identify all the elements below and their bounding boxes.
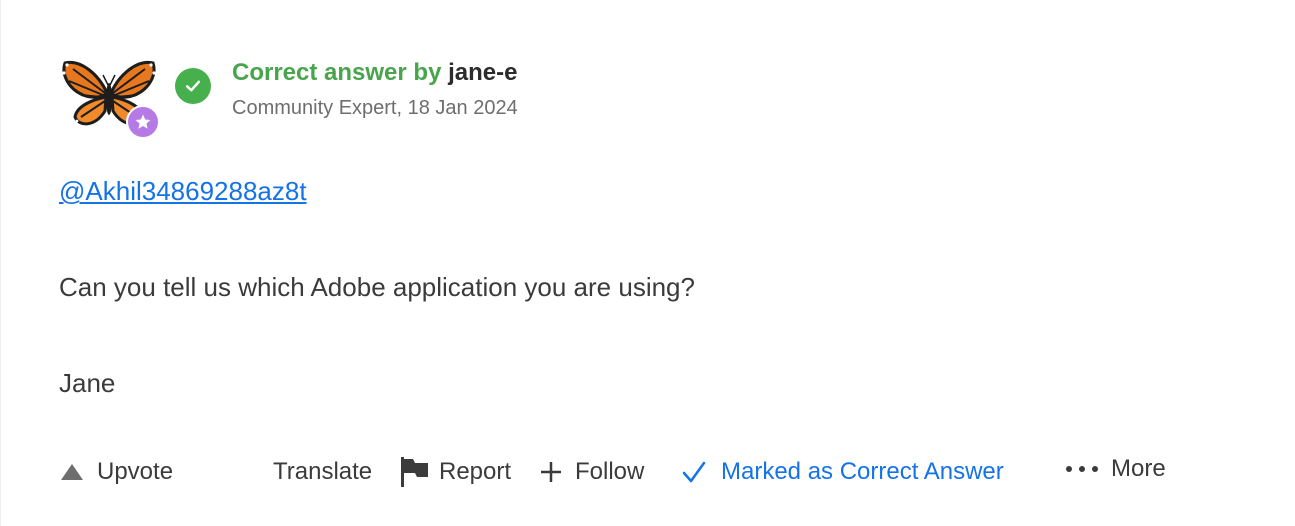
plus-icon [539,460,563,484]
star-badge-icon [126,105,160,139]
marked-correct-button[interactable]: Marked as Correct Answer [681,448,1004,496]
ellipsis-icon [1065,464,1099,474]
upvote-button[interactable]: Upvote [59,448,173,496]
follow-label: Follow [575,458,645,485]
flag-icon [399,455,431,489]
translate-label: Translate [273,458,373,485]
report-button[interactable]: Report [399,448,511,496]
check-circle-icon [175,68,211,104]
follow-button[interactable]: Follow [539,448,644,496]
marked-correct-label: Marked as Correct Answer [721,458,1004,485]
author-meta: Community Expert, 18 Jan 2024 [232,97,518,119]
triangle-up-icon [59,462,85,482]
correct-answer-label: Correct answer by [232,59,442,86]
more-label: More [1111,455,1166,482]
report-label: Report [439,458,512,485]
translate-button[interactable]: Translate [273,448,372,496]
upvote-label: Upvote [97,458,174,485]
answer-card: Correct answer by jane-e Community Exper… [0,0,1295,526]
butterfly-avatar[interactable] [59,55,160,139]
action-bar: Upvote Translate Report Follow Marked as… [1,448,1295,496]
author-name[interactable]: jane-e [448,59,517,86]
more-button[interactable]: More [1065,445,1166,493]
answer-title: Correct answer by jane-e [232,59,517,87]
answer-question-text: Can you tell us which Adobe application … [59,272,695,302]
answer-header: Correct answer by jane-e Community Exper… [59,55,759,139]
answer-signature: Jane [59,368,116,398]
checkmark-icon [681,459,707,485]
user-mention-link[interactable]: @Akhil34869288az8t [59,176,307,207]
